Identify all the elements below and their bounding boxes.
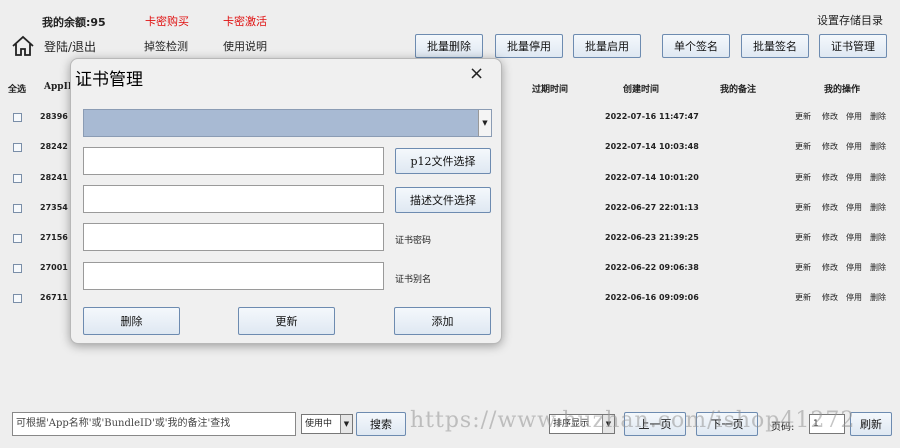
disable-link[interactable]: 停用	[846, 141, 862, 152]
refresh-button[interactable]: 刷新	[850, 412, 892, 436]
edit-link[interactable]: 修改	[822, 292, 838, 303]
edit-link[interactable]: 修改	[822, 172, 838, 183]
delete-link[interactable]: 删除	[870, 202, 886, 213]
delete-link[interactable]: 删除	[870, 232, 886, 243]
row-id: 27156	[40, 233, 68, 242]
delete-link[interactable]: 删除	[870, 111, 886, 122]
row-created: 2022-06-23 21:39:25	[605, 233, 699, 242]
row-checkbox[interactable]	[13, 204, 22, 213]
search-input[interactable]: 可根据'App名称'或'BundleID'或'我的备注'查找	[12, 412, 296, 436]
disable-link[interactable]: 停用	[846, 111, 862, 122]
profile-select-button[interactable]: 描述文件选择	[395, 187, 491, 213]
chevron-down-icon[interactable]: ▼	[478, 110, 491, 136]
cert-password-field[interactable]	[83, 223, 384, 251]
disable-link[interactable]: 停用	[846, 232, 862, 243]
update-cert-button[interactable]: 更新	[238, 307, 335, 335]
batch-delete-button[interactable]: 批量删除	[415, 34, 483, 58]
notes-header: 我的备注	[720, 85, 757, 95]
row-created: 2022-06-22 09:06:38	[605, 263, 699, 272]
row-created: 2022-07-16 11:47:47	[605, 112, 699, 121]
row-checkbox[interactable]	[13, 234, 22, 243]
single-sign-button[interactable]: 单个签名	[662, 34, 730, 58]
delete-link[interactable]: 删除	[870, 141, 886, 152]
add-cert-button[interactable]: 添加	[394, 307, 491, 335]
cert-select[interactable]: ▼	[83, 109, 492, 137]
row-created: 2022-06-16 09:09:06	[605, 293, 699, 302]
edit-link[interactable]: 修改	[822, 111, 838, 122]
cert-alias-label: 证书别名	[395, 275, 432, 285]
dialog-title: 证书管理	[75, 70, 143, 90]
delete-link[interactable]: 删除	[870, 292, 886, 303]
batch-enable-button[interactable]: 批量启用	[573, 34, 641, 58]
row-checkbox[interactable]	[13, 174, 22, 183]
disable-link[interactable]: 停用	[846, 262, 862, 273]
batch-disable-button[interactable]: 批量停用	[495, 34, 563, 58]
edit-link[interactable]: 修改	[822, 232, 838, 243]
buy-card-link[interactable]: 卡密购买	[145, 13, 189, 29]
update-link[interactable]: 更新	[795, 111, 811, 122]
settings-dir-link[interactable]: 设置存储目录	[817, 12, 883, 28]
actions-header: 我的操作	[824, 85, 861, 95]
update-link[interactable]: 更新	[795, 172, 811, 183]
home-icon[interactable]	[11, 34, 35, 58]
activate-card-link[interactable]: 卡密激活	[223, 13, 267, 29]
status-select[interactable]: 使用中 ▼	[301, 414, 353, 434]
balance-label: 我的余额:95	[42, 16, 106, 29]
edit-link[interactable]: 修改	[822, 202, 838, 213]
update-link[interactable]: 更新	[795, 141, 811, 152]
usage-help-link[interactable]: 使用说明	[223, 38, 267, 54]
cert-manage-dialog: 证书管理 × ▼ p12文件选择 描述文件选择 证书密码 证书别名 删除 更新 …	[70, 58, 502, 344]
edit-link[interactable]: 修改	[822, 262, 838, 273]
row-created: 2022-07-14 10:03:48	[605, 142, 699, 151]
cert-manage-button[interactable]: 证书管理	[819, 34, 887, 58]
close-icon[interactable]: ×	[469, 63, 484, 84]
row-id: 27001	[40, 263, 68, 272]
row-created: 2022-07-14 10:01:20	[605, 173, 699, 182]
update-link[interactable]: 更新	[795, 292, 811, 303]
row-checkbox[interactable]	[13, 264, 22, 273]
select-all-header[interactable]: 全选	[8, 82, 26, 95]
disable-link[interactable]: 停用	[846, 292, 862, 303]
sign-check-link[interactable]: 掉签检测	[144, 38, 188, 54]
search-button[interactable]: 搜索	[356, 412, 406, 436]
cert-password-label: 证书密码	[395, 236, 432, 246]
row-checkbox[interactable]	[13, 143, 22, 152]
edit-link[interactable]: 修改	[822, 141, 838, 152]
row-checkbox[interactable]	[13, 113, 22, 122]
disable-link[interactable]: 停用	[846, 172, 862, 183]
expire-header: 过期时间	[532, 85, 569, 95]
chevron-down-icon[interactable]: ▼	[340, 415, 352, 433]
delete-cert-button[interactable]: 删除	[83, 307, 180, 335]
row-created: 2022-06-27 22:01:13	[605, 203, 699, 212]
watermark: https://www.huzhan.com/ishop41272	[410, 408, 856, 433]
p12-path-field[interactable]	[83, 147, 384, 175]
delete-link[interactable]: 删除	[870, 262, 886, 273]
cert-alias-field[interactable]	[83, 262, 384, 290]
disable-link[interactable]: 停用	[846, 202, 862, 213]
row-id: 27354	[40, 203, 68, 212]
delete-link[interactable]: 删除	[870, 172, 886, 183]
update-link[interactable]: 更新	[795, 262, 811, 273]
profile-path-field[interactable]	[83, 185, 384, 213]
p12-select-button[interactable]: p12文件选择	[395, 148, 491, 174]
status-select-value: 使用中	[305, 419, 333, 429]
batch-sign-button[interactable]: 批量签名	[741, 34, 809, 58]
created-header: 创建时间	[623, 85, 660, 95]
row-id: 28241	[40, 173, 68, 182]
row-id: 26711	[40, 293, 68, 302]
update-link[interactable]: 更新	[795, 232, 811, 243]
update-link[interactable]: 更新	[795, 202, 811, 213]
login-logout-link[interactable]: 登陆/退出	[44, 38, 96, 55]
row-id: 28242	[40, 142, 68, 151]
row-checkbox[interactable]	[13, 294, 22, 303]
row-id: 28396	[40, 112, 68, 121]
